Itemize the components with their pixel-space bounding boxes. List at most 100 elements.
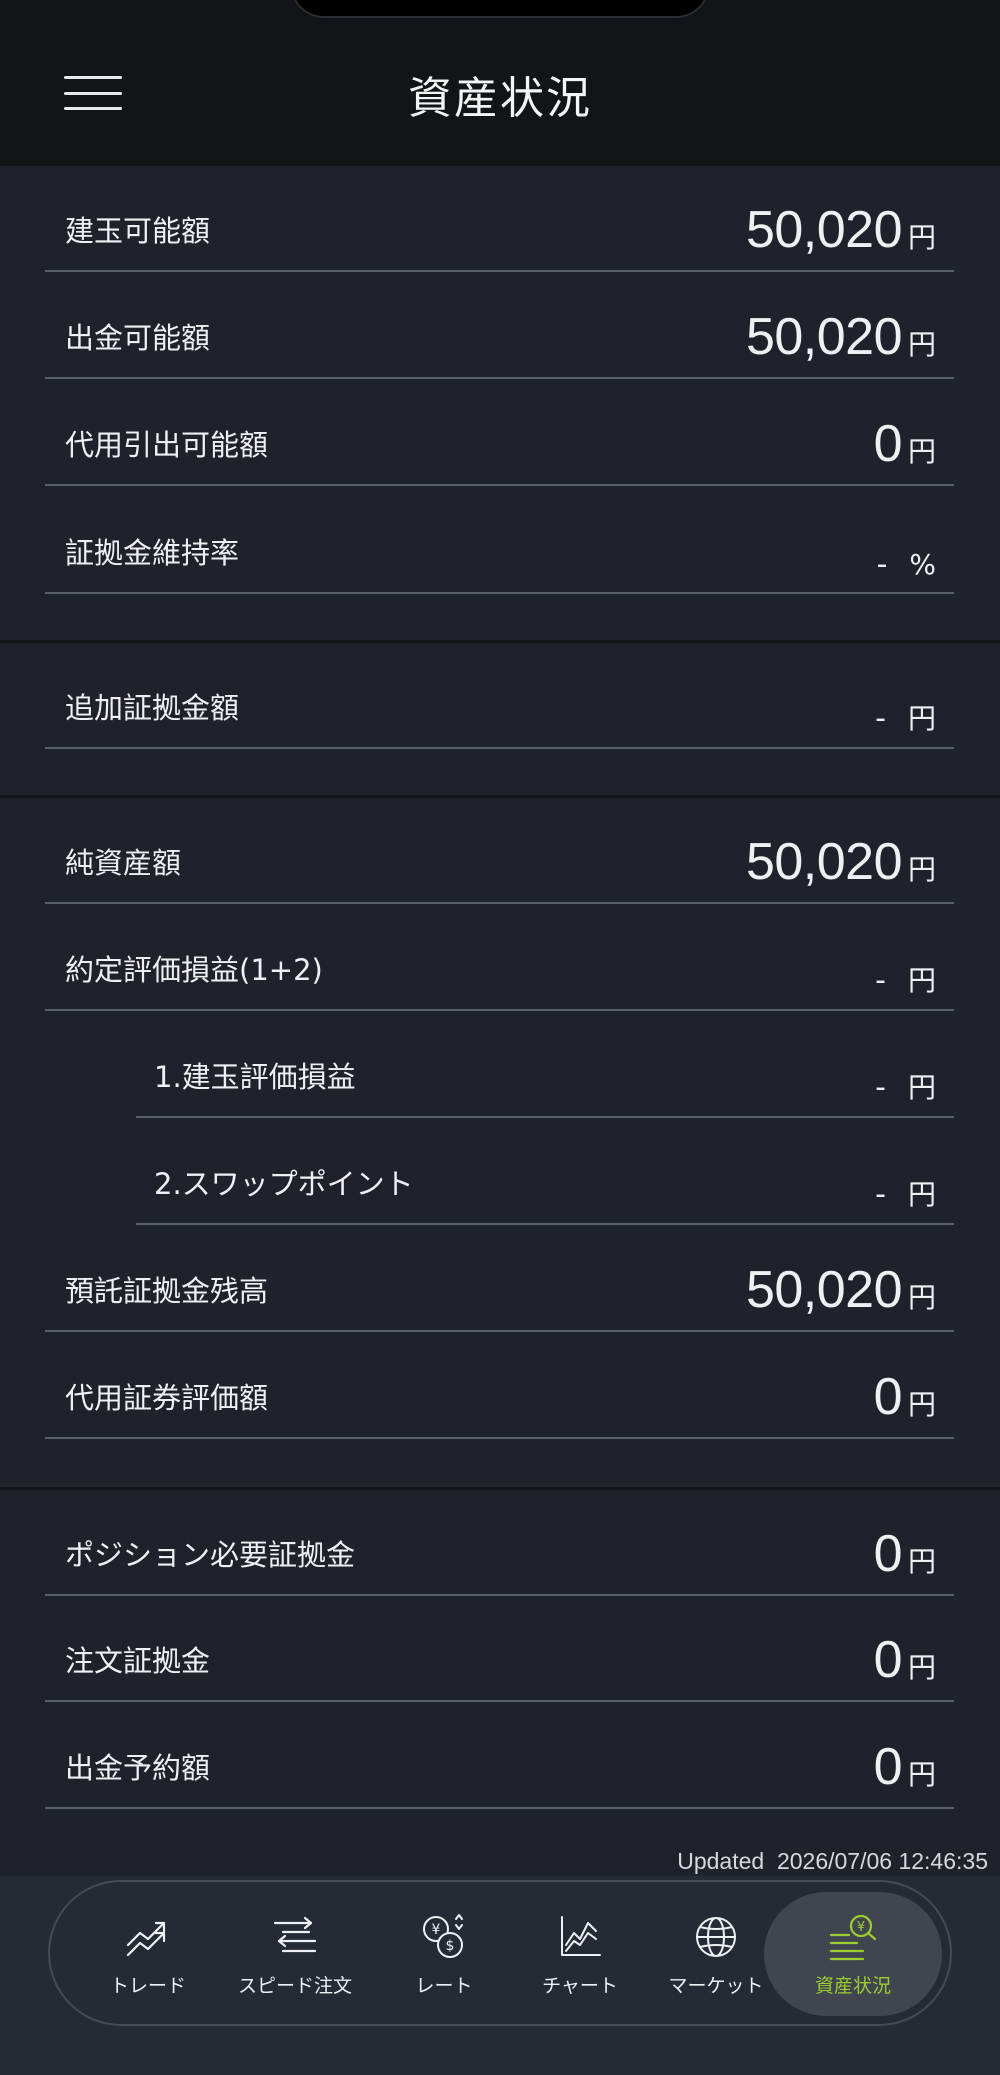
row-unit: 円 xyxy=(907,1758,936,1791)
app-screen: 資産状況 建玉可能額 50,020 円 出金可能額 50,020 円 代用引出可… xyxy=(0,0,1000,2075)
row-value: 0 円 xyxy=(874,1524,936,1584)
tab-market[interactable]: マーケット xyxy=(664,1892,768,2016)
app-header: 資産状況 xyxy=(0,0,1000,166)
row-label: 注文証拠金 xyxy=(65,1644,211,1678)
svg-text:¥: ¥ xyxy=(432,1922,441,1938)
speed-order-icon xyxy=(273,1916,317,1952)
device-notch xyxy=(290,0,710,18)
row-amount: 0 xyxy=(873,1525,903,1583)
row-label: 2.スワップポイント xyxy=(154,1167,414,1201)
row-unit: 円 xyxy=(907,1071,936,1104)
row-amount: - xyxy=(876,547,888,582)
row-label: ポジション必要証拠金 xyxy=(65,1538,356,1572)
row-value: 0 円 xyxy=(874,1737,936,1797)
row-unit: 円 xyxy=(907,853,936,886)
row-amount: 50,020 xyxy=(745,833,903,891)
row-amount: 50,020 xyxy=(745,308,903,366)
row-value: 0 円 xyxy=(874,414,936,474)
tab-rate[interactable]: ¥ $ レート xyxy=(394,1892,494,2016)
tab-assets[interactable]: ¥ 資産状況 xyxy=(764,1892,942,2016)
row-amount: - xyxy=(875,963,886,998)
row-divider xyxy=(136,1223,954,1225)
row-divider xyxy=(45,377,954,379)
assets-icon: ¥ xyxy=(829,1914,877,1960)
row-label: 証拠金維持率 xyxy=(65,536,240,570)
row-unit: 円 xyxy=(907,964,936,997)
row-unit: 円 xyxy=(907,1388,936,1421)
row-value: 0 円 xyxy=(874,1630,936,1690)
tab-label: レート xyxy=(415,1974,473,1997)
asset-row: 純資産額 50,020 円 xyxy=(45,798,954,904)
row-amount: 0 xyxy=(873,415,903,473)
tab-speed-order[interactable]: スピード注文 xyxy=(232,1892,358,2016)
svg-text:$: $ xyxy=(446,1938,455,1954)
row-unit: 円 xyxy=(907,221,936,254)
row-value: - % xyxy=(877,547,936,582)
row-value: - 円 xyxy=(875,1173,936,1213)
row-unit: 円 xyxy=(907,1651,936,1684)
row-divider xyxy=(45,1437,954,1439)
row-unit: % xyxy=(909,548,936,581)
tab-label: マーケット xyxy=(668,1974,764,1997)
row-value: 50,020 円 xyxy=(746,832,936,892)
row-amount: - xyxy=(875,1070,886,1105)
row-divider xyxy=(136,1116,954,1118)
asset-sub-row: 1.建玉評価損益 - 円 xyxy=(136,1012,954,1118)
row-label: 建玉可能額 xyxy=(65,214,211,248)
svg-text:¥: ¥ xyxy=(857,1920,865,1935)
row-amount: - xyxy=(875,701,886,736)
tab-label: 資産状況 xyxy=(814,1974,891,1997)
row-unit: 円 xyxy=(907,328,936,361)
globe-icon xyxy=(696,1916,736,1957)
row-amount: 0 xyxy=(873,1368,903,1426)
row-value: - 円 xyxy=(875,697,936,737)
row-divider xyxy=(45,1700,954,1702)
row-divider xyxy=(45,592,954,594)
asset-row: 代用証券評価額 0 円 xyxy=(45,1333,954,1439)
row-value: - 円 xyxy=(875,1066,936,1106)
row-value: - 円 xyxy=(875,959,936,999)
asset-row: 注文証拠金 0 円 xyxy=(45,1596,954,1702)
asset-row: 証拠金維持率 - % xyxy=(45,488,954,594)
updated-label: Updated xyxy=(677,1848,765,1874)
row-label: 追加証拠金額 xyxy=(65,691,240,725)
currency-rate-icon: ¥ $ xyxy=(423,1913,463,1958)
row-divider xyxy=(45,1330,954,1332)
row-label: 代用証券評価額 xyxy=(65,1381,269,1415)
row-amount: 50,020 xyxy=(745,201,903,259)
asset-row: 追加証拠金額 - 円 xyxy=(45,643,954,749)
trend-arrows-icon xyxy=(126,1921,166,1956)
asset-row: 代用引出可能額 0 円 xyxy=(45,380,954,486)
page-title: 資産状況 xyxy=(408,73,592,124)
row-unit: 円 xyxy=(907,1178,936,1211)
row-amount: 0 xyxy=(873,1631,903,1689)
row-divider xyxy=(45,1807,954,1809)
row-value: 50,020 円 xyxy=(746,307,936,367)
row-unit: 円 xyxy=(907,702,936,735)
row-divider xyxy=(45,902,954,904)
row-amount: - xyxy=(875,1177,886,1212)
row-label: 約定評価損益(1+2) xyxy=(65,953,323,987)
tab-label: スピード注文 xyxy=(237,1974,352,1997)
row-value: 0 円 xyxy=(874,1367,936,1427)
asset-row: 約定評価損益(1+2) - 円 xyxy=(45,905,954,1011)
row-label: 預託証拠金残高 xyxy=(65,1274,269,1308)
tab-trade[interactable]: トレード xyxy=(96,1892,200,2016)
asset-sub-row: 2.スワップポイント - 円 xyxy=(136,1119,954,1225)
tab-label: トレード xyxy=(109,1974,186,1997)
tab-chart[interactable]: チャート xyxy=(530,1892,630,2016)
row-label: 代用引出可能額 xyxy=(65,428,269,462)
asset-row: 建玉可能額 50,020 円 xyxy=(45,166,954,272)
row-divider xyxy=(45,747,954,749)
row-divider xyxy=(45,1009,954,1011)
row-label: 純資産額 xyxy=(65,846,182,880)
row-label: 出金予約額 xyxy=(65,1751,211,1785)
row-label: 1.建玉評価損益 xyxy=(154,1060,356,1094)
row-amount: 0 xyxy=(873,1738,903,1796)
updated-timestamp: Updated 2026/07/06 12:46:35 xyxy=(677,1848,988,1875)
tab-label: チャート xyxy=(542,1974,618,1997)
updated-time: 2026/07/06 12:46:35 xyxy=(776,1848,988,1874)
row-divider xyxy=(45,270,954,272)
row-unit: 円 xyxy=(907,1545,936,1578)
chart-icon xyxy=(561,1915,601,1956)
